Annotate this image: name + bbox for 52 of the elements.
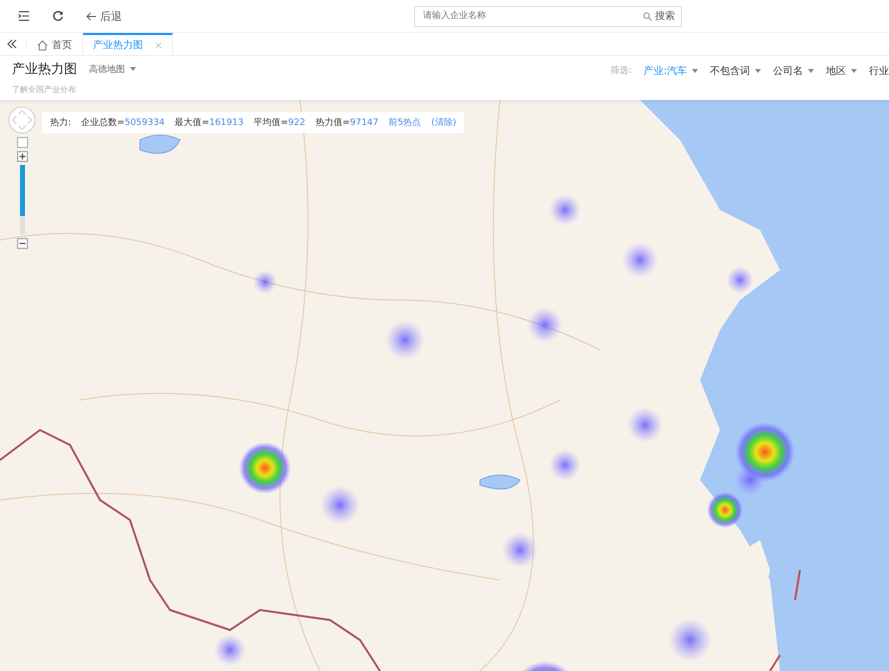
heat-spot — [622, 242, 658, 278]
heat-spot — [707, 492, 743, 528]
zoom-slider[interactable] — [20, 165, 24, 235]
heat-spot — [549, 449, 581, 481]
heat-spot — [549, 194, 581, 226]
lake — [480, 474, 520, 490]
heat-spot — [320, 485, 360, 525]
tab[interactable]: 首页 — [27, 33, 83, 56]
stat-value: 5059334 — [124, 118, 165, 128]
filter-dropdown[interactable]: 行业 — [869, 64, 889, 78]
caret-icon — [851, 69, 857, 74]
stats-link[interactable]: (清除) — [431, 116, 456, 129]
heat-spot — [214, 634, 246, 666]
stats-link[interactable]: 前5热点 — [388, 116, 422, 129]
heat-spot — [527, 307, 563, 343]
stat-value: 161913 — [209, 118, 244, 128]
heat-spot — [239, 442, 291, 494]
stat-label: 热力值= — [315, 118, 350, 128]
heat-spot — [385, 320, 425, 360]
back-arrow-icon — [86, 12, 97, 21]
heat-label: 热力: — [50, 116, 72, 129]
filter-dropdown[interactable]: 不包含词 — [710, 64, 761, 78]
back-button[interactable]: 后退 — [86, 8, 122, 24]
search-button[interactable]: 搜索 — [637, 8, 681, 24]
filter-label: 筛选: — [610, 64, 632, 78]
caret-icon — [692, 69, 698, 74]
stat-label: 企业总数= — [81, 118, 125, 128]
search-icon — [643, 12, 652, 21]
search-field[interactable]: 请输入企业名称 搜索 — [414, 6, 682, 27]
refresh-icon[interactable] — [52, 10, 64, 22]
heat-spot — [726, 266, 754, 294]
menu-icon[interactable] — [18, 10, 30, 22]
heat-spot — [627, 407, 663, 443]
zoom-out-button[interactable] — [16, 238, 28, 249]
caret-icon — [755, 69, 761, 74]
stat-label: 平均值= — [254, 118, 288, 128]
heat-spot — [668, 618, 712, 662]
page-subtitle: 了解全国产业分布 — [12, 84, 77, 96]
heat-spot — [253, 270, 277, 294]
home-icon — [37, 40, 48, 51]
caret-icon — [130, 67, 136, 72]
filter-dropdown[interactable]: 地区 — [826, 64, 857, 78]
stat-value: 97147 — [350, 118, 379, 128]
caret-icon — [808, 69, 814, 74]
zoom-in-button[interactable] — [16, 151, 28, 162]
filter-dropdown[interactable]: 公司名 — [773, 64, 814, 78]
lake — [140, 134, 180, 154]
page-title: 产业热力图 — [12, 61, 77, 78]
stat-label: 最大值= — [174, 118, 210, 128]
stat-value: 922 — [288, 118, 306, 128]
map-source-dropdown[interactable]: 高德地图 — [89, 62, 136, 76]
heat-spot — [502, 532, 538, 568]
